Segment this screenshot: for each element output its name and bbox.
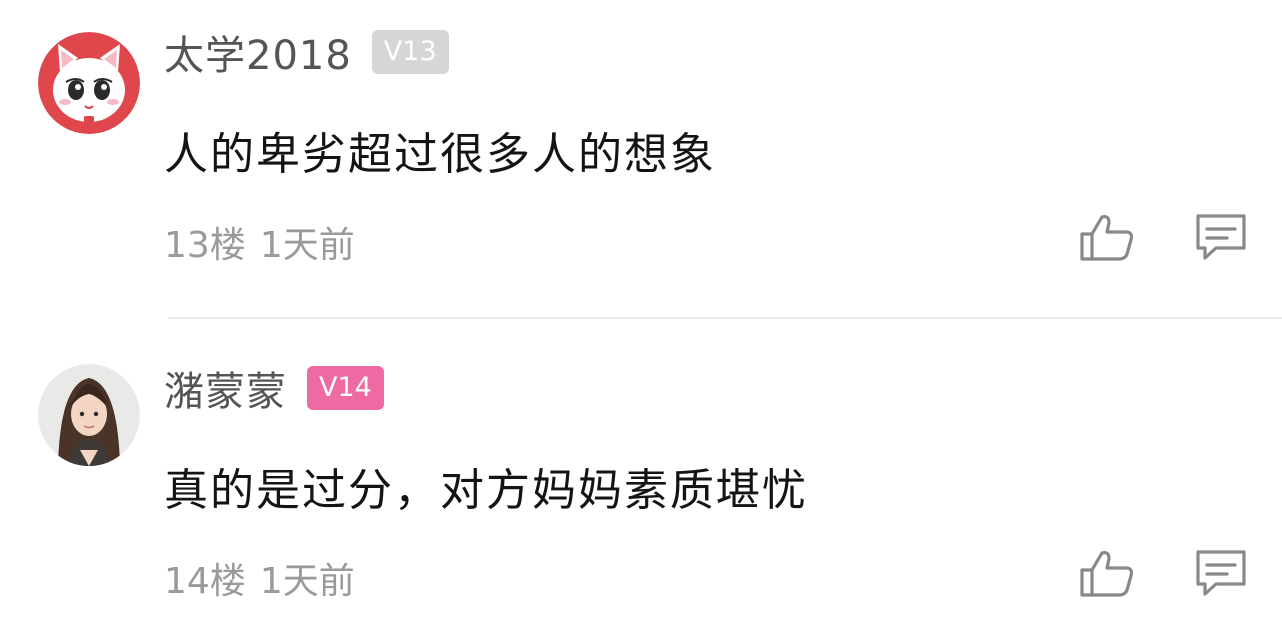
reply-button[interactable] bbox=[1192, 548, 1250, 600]
level-badge: V13 bbox=[371, 30, 449, 74]
thumbs-up-icon bbox=[1080, 551, 1134, 597]
timestamp: 1天前 bbox=[259, 225, 355, 266]
timestamp: 1天前 bbox=[259, 561, 355, 602]
comment-text: 人的卑劣超过很多人的想象 bbox=[164, 129, 716, 180]
username[interactable]: 太学2018 bbox=[164, 23, 352, 81]
floor-number: 14楼 bbox=[164, 561, 246, 602]
thumbs-up-icon bbox=[1080, 215, 1134, 261]
pink-cat-avatar-icon bbox=[38, 32, 140, 134]
comment-item: 潴蒙蒙 V14 真的是过分，对方妈妈素质堪忧 14楼 1天前 bbox=[0, 320, 1282, 636]
like-button[interactable] bbox=[1078, 212, 1136, 264]
comment-divider bbox=[168, 317, 1282, 319]
like-button[interactable] bbox=[1078, 548, 1136, 600]
username[interactable]: 潴蒙蒙 bbox=[164, 359, 287, 417]
level-badge: V14 bbox=[307, 366, 384, 410]
comment-bubble-icon bbox=[1196, 214, 1246, 260]
avatar[interactable] bbox=[38, 364, 140, 466]
comment-bubble-icon bbox=[1196, 550, 1246, 596]
floor-number: 13楼 bbox=[164, 225, 246, 266]
avatar[interactable] bbox=[38, 32, 140, 134]
comment-meta: 13楼 1天前 bbox=[164, 216, 355, 268]
comment-meta: 14楼 1天前 bbox=[164, 552, 355, 604]
comment-header: 潴蒙蒙 V14 bbox=[164, 360, 384, 416]
comment-header: 太学2018 V13 bbox=[164, 24, 449, 80]
reply-button[interactable] bbox=[1192, 212, 1250, 264]
comment-item: 太学2018 V13 人的卑劣超过很多人的想象 13楼 1天前 bbox=[0, 0, 1282, 318]
girl-photo-avatar-icon bbox=[38, 364, 140, 466]
comment-text: 真的是过分，对方妈妈素质堪忧 bbox=[164, 465, 808, 516]
